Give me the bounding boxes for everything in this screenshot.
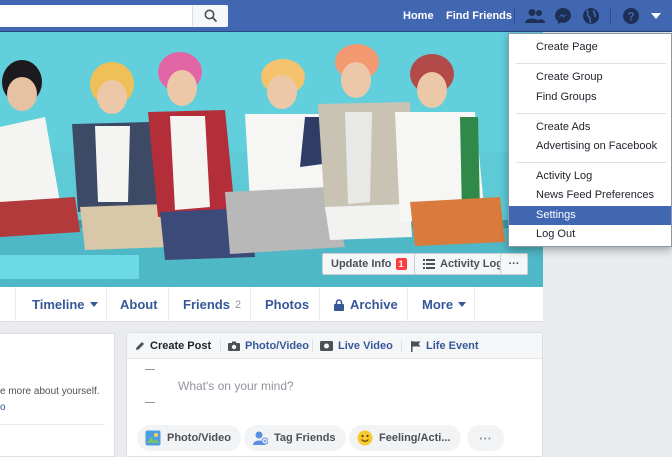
tab-about-label: About bbox=[120, 297, 158, 312]
camera-icon bbox=[228, 341, 240, 351]
photo-video-tab-label: Photo/Video bbox=[245, 340, 309, 352]
menu-item-news-feed-preferences[interactable]: News Feed Preferences bbox=[509, 186, 671, 205]
menu-item-settings[interactable]: Settings bbox=[509, 206, 671, 225]
tab-archive[interactable]: Archive bbox=[334, 287, 398, 322]
composer-tabs: Create Post Photo/Video Live Video Life … bbox=[127, 333, 542, 359]
menu-item-create-page[interactable]: Create Page bbox=[509, 38, 671, 57]
lock-icon bbox=[334, 298, 344, 311]
tab-archive-label: Archive bbox=[350, 297, 398, 312]
life-event-tab[interactable]: Life Event bbox=[411, 333, 479, 359]
tab-more-label: More bbox=[422, 297, 454, 312]
messenger-icon[interactable] bbox=[553, 6, 573, 26]
help-icon[interactable]: ? bbox=[621, 6, 641, 26]
tab-timeline[interactable]: Timeline bbox=[32, 287, 98, 322]
chevron-down-icon bbox=[458, 301, 467, 307]
tab-photos-label: Photos bbox=[265, 297, 310, 312]
menu-item-advertising[interactable]: Advertising on Facebook bbox=[509, 137, 671, 156]
tag-friends-action[interactable]: Tag Friends bbox=[244, 425, 346, 451]
profile-name-box bbox=[0, 255, 139, 279]
more-dots-icon: ··· bbox=[479, 430, 492, 446]
tab-divider bbox=[250, 287, 251, 322]
tab-photos[interactable]: Photos bbox=[265, 287, 309, 322]
tab-about[interactable]: About bbox=[120, 287, 158, 322]
photo-video-action[interactable]: Photo/Video bbox=[137, 425, 241, 451]
live-video-icon bbox=[320, 341, 333, 351]
more-dots-icon: ··· bbox=[508, 258, 520, 270]
activity-log-button[interactable]: Activity Log bbox=[414, 253, 512, 275]
photo-video-action-label: Photo/Video bbox=[167, 432, 231, 444]
photo-video-tab[interactable]: Photo/Video bbox=[228, 333, 309, 359]
svg-text:?: ? bbox=[627, 10, 634, 24]
update-info-button[interactable]: Update Info 1 bbox=[322, 253, 416, 275]
live-video-label: Live Video bbox=[338, 340, 393, 352]
list-icon bbox=[423, 259, 435, 269]
status-input[interactable]: What's on your mind? bbox=[178, 379, 294, 393]
tab-divider bbox=[312, 340, 313, 352]
find-friends-link[interactable]: Find Friends bbox=[446, 10, 512, 22]
friend-requests-icon[interactable] bbox=[525, 6, 545, 26]
intro-divider bbox=[0, 424, 105, 425]
search-icon bbox=[204, 9, 217, 23]
menu-divider bbox=[516, 63, 666, 64]
globe-notifications-icon[interactable] bbox=[581, 6, 601, 26]
search-button[interactable] bbox=[192, 5, 228, 27]
more-actions-button[interactable]: ··· bbox=[467, 425, 504, 451]
nav-divider bbox=[610, 8, 611, 24]
update-info-badge: 1 bbox=[395, 258, 407, 270]
menu-item-log-out[interactable]: Log Out bbox=[509, 225, 671, 244]
chevron-down-icon bbox=[89, 301, 98, 307]
menu-divider bbox=[516, 162, 666, 163]
cover-more-button[interactable]: ··· bbox=[500, 253, 528, 275]
tab-friends-label: Friends bbox=[183, 297, 230, 312]
cover-photo-image bbox=[0, 32, 543, 287]
tab-divider bbox=[474, 287, 475, 322]
menu-item-create-ads[interactable]: Create Ads bbox=[509, 118, 671, 137]
update-info-label: Update Info bbox=[331, 258, 392, 270]
create-post-tab[interactable]: Create Post bbox=[135, 333, 211, 359]
life-event-label: Life Event bbox=[426, 340, 479, 352]
tag-friends-icon bbox=[253, 431, 268, 445]
friends-count: 2 bbox=[234, 298, 242, 311]
account-menu-chevron-icon[interactable] bbox=[646, 6, 666, 26]
tab-divider bbox=[168, 287, 169, 322]
top-navigation-bar: Home Find Friends ? bbox=[0, 0, 672, 32]
intro-link[interactable]: o bbox=[0, 402, 6, 413]
feeling-activity-action[interactable]: Feeling/Acti... bbox=[349, 425, 461, 451]
pencil-icon bbox=[136, 342, 144, 350]
tag-friends-action-label: Tag Friends bbox=[274, 432, 336, 444]
intro-description: e more about yourself. bbox=[0, 386, 100, 397]
menu-item-activity-log[interactable]: Activity Log bbox=[509, 167, 671, 186]
tab-divider bbox=[220, 340, 221, 352]
flag-icon bbox=[411, 340, 421, 352]
profile-tabs: Timeline About Friends 2 Photos Archive … bbox=[0, 287, 543, 322]
tab-more[interactable]: More bbox=[422, 287, 467, 322]
menu-item-find-groups[interactable]: Find Groups bbox=[509, 88, 671, 107]
account-dropdown-menu: Create Page Create Group Find Groups Cre… bbox=[508, 33, 672, 247]
search-input[interactable] bbox=[0, 5, 228, 27]
intro-panel: e more about yourself. o bbox=[0, 333, 115, 457]
tab-divider bbox=[319, 287, 320, 322]
tab-divider bbox=[407, 287, 408, 322]
tab-friends[interactable]: Friends 2 bbox=[183, 287, 241, 322]
tab-divider bbox=[106, 287, 107, 322]
create-post-label: Create Post bbox=[150, 340, 212, 352]
tab-divider bbox=[15, 287, 16, 322]
menu-divider bbox=[516, 113, 666, 114]
tab-timeline-label: Timeline bbox=[32, 297, 85, 312]
menu-item-create-group[interactable]: Create Group bbox=[509, 68, 671, 87]
home-link[interactable]: Home bbox=[403, 10, 434, 22]
feeling-activity-action-label: Feeling/Acti... bbox=[379, 432, 451, 444]
cover-photo[interactable]: Update Info 1 Activity Log ··· bbox=[0, 32, 543, 287]
activity-log-label: Activity Log bbox=[440, 258, 503, 270]
smiley-icon bbox=[357, 430, 373, 446]
post-composer: Create Post Photo/Video Live Video Life … bbox=[126, 332, 543, 457]
nav-divider bbox=[514, 8, 515, 24]
live-video-tab[interactable]: Live Video bbox=[320, 333, 393, 359]
tab-divider bbox=[401, 340, 402, 352]
photo-icon bbox=[145, 430, 161, 446]
avatar[interactable] bbox=[137, 369, 167, 403]
